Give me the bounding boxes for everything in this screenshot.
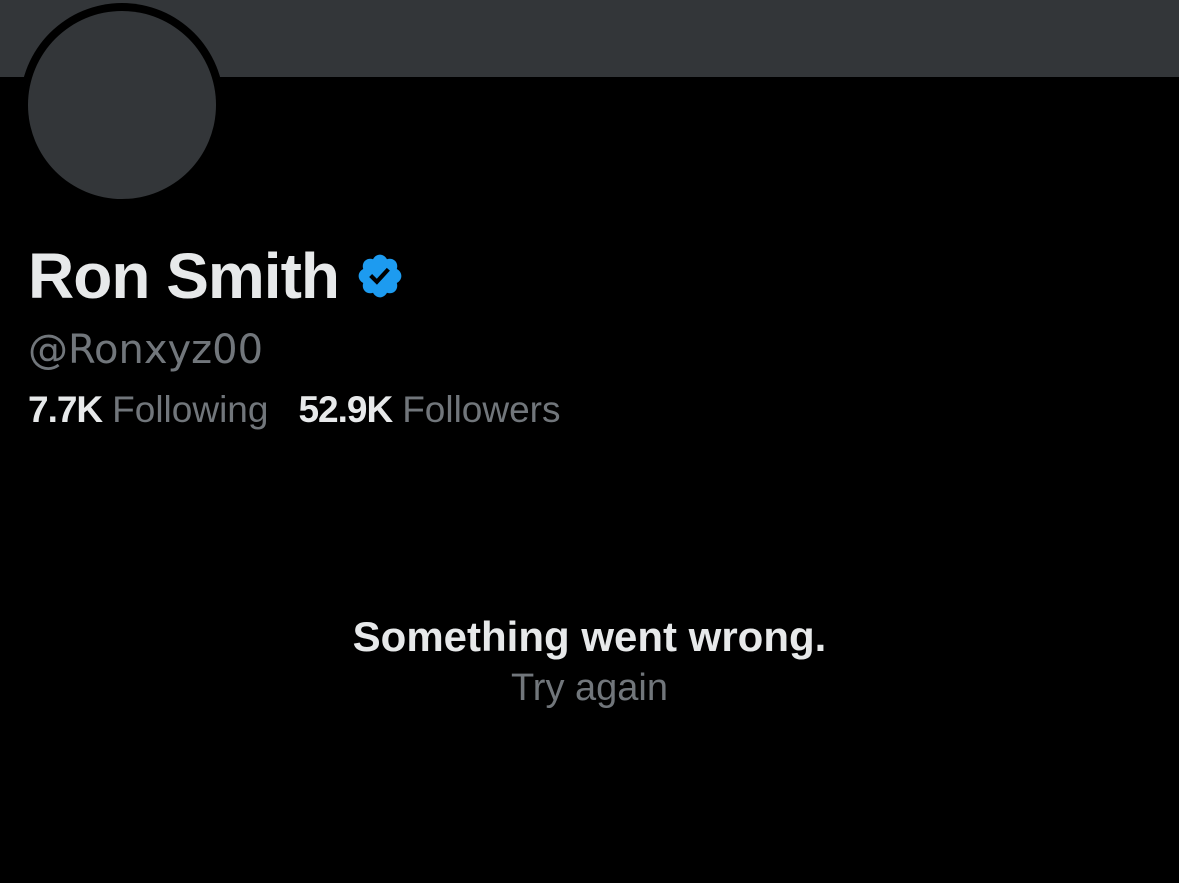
follow-stats: 7.7K Following 52.9K Followers [28,386,561,434]
following-link[interactable]: 7.7K Following [28,386,268,434]
followers-link[interactable]: 52.9K Followers [298,386,560,434]
avatar-placeholder [28,11,216,199]
display-name: Ron Smith [28,240,340,312]
followers-count: 52.9K [298,389,393,430]
following-count: 7.7K [28,389,103,430]
following-label: Following [112,389,269,430]
user-handle: @Ronxyz00 [28,327,264,373]
try-again-button[interactable]: Try again [511,664,668,712]
error-title: Something went wrong. [352,613,827,660]
followers-label: Followers [402,389,561,430]
profile-name-row: Ron Smith [28,236,405,316]
verified-badge-icon[interactable] [355,251,405,301]
profile-page: Ron Smith @Ronxyz00 7.7K Following 52.9K… [0,0,1179,883]
avatar[interactable] [20,3,224,207]
error-message: Something went wrong. Try again [0,610,1179,712]
